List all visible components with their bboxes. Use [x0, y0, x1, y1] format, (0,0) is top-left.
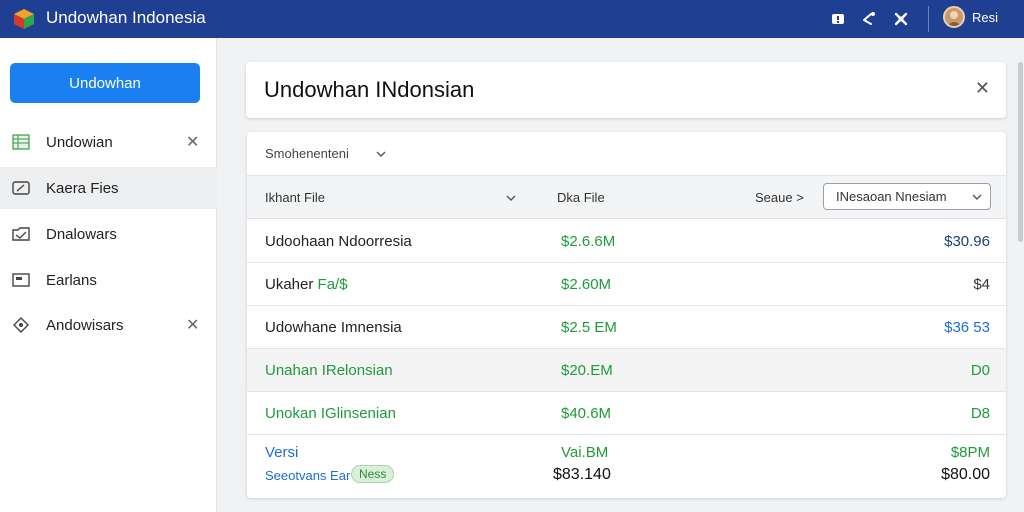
sidebar: Undowhan Undowian ✕ Kaera Fies Dnalowars…	[0, 38, 217, 512]
row-name-text: Ukaher	[265, 276, 318, 293]
table-row[interactable]: Udowhane Imnensia $2.5 EM $36 53	[247, 306, 1006, 349]
page-header-card: Undowhan INdonsian ✕	[246, 62, 1006, 118]
sidebar-item-label: Dnalowars	[46, 225, 117, 243]
footer-sub-label: Seeotvans Ear	[265, 468, 351, 483]
scrollbar[interactable]	[1018, 62, 1023, 242]
close-icon[interactable]: ✕	[975, 78, 990, 99]
footer-amount-top: Vai.BM	[561, 444, 609, 461]
table-footer: Versi Seeotvans Ear Ness Vai.BM $83.140 …	[247, 434, 1006, 498]
row-value: D8	[970, 405, 990, 422]
sidebar-item-label: Andowisars	[46, 316, 124, 334]
column-select[interactable]: INesaoan Nnesiam	[823, 183, 991, 210]
table-header-row: Ikhant File Dka File Seaue > INesaoan Nn…	[247, 176, 1006, 219]
gauge-icon	[12, 181, 30, 195]
pin-icon[interactable]	[892, 10, 910, 28]
footer-right-total: $80.00	[941, 466, 990, 483]
row-name-text: Udoohaan Ndoorresia	[265, 233, 412, 250]
table-row[interactable]: Ukaher Fa/$ $2.60M $4	[247, 263, 1006, 306]
notification-icon[interactable]	[829, 10, 847, 28]
row-name: Udoohaan Ndoorresia	[265, 233, 412, 250]
tag-icon	[13, 317, 29, 333]
row-name: Ukaher Fa/$	[265, 276, 348, 293]
status-badge: Ness	[351, 465, 395, 483]
footer-amount-total: $83.140	[553, 466, 611, 483]
row-amount: $40.6M	[561, 405, 612, 422]
sidebar-item-andowisars[interactable]: Andowisars ✕	[0, 304, 217, 346]
page-title: Undowhan INdonsian	[264, 77, 475, 102]
topbar-divider	[928, 6, 929, 32]
window-icon	[12, 273, 30, 287]
row-name-text: Udowhane Imnensia	[265, 319, 402, 336]
row-value: $36 53	[944, 319, 990, 336]
table-row[interactable]: Unokan IGlinsenian $40.6M D8	[247, 392, 1006, 435]
column-header-amount[interactable]: Dka File	[557, 190, 605, 205]
chevron-down-icon[interactable]	[375, 148, 387, 160]
row-value: $30.96	[944, 233, 990, 250]
row-amount: $20.EM	[561, 362, 613, 379]
footer-right-top: $8PM	[950, 444, 990, 461]
user-name[interactable]: Resi	[972, 10, 998, 25]
row-value: $4	[973, 276, 990, 293]
table-icon	[12, 134, 30, 150]
sidebar-item-kaera-fies[interactable]: Kaera Fies	[0, 167, 217, 209]
column-header-name[interactable]: Ikhant File	[265, 190, 325, 205]
footer-label[interactable]: Versi	[265, 444, 298, 461]
select-value: INesaoan Nnesiam	[836, 189, 947, 204]
top-bar: Undowhan Indonesia Resi	[0, 0, 1024, 38]
sidebar-item-label: Earlans	[46, 271, 97, 289]
row-value: D0	[970, 362, 990, 379]
share-icon[interactable]	[860, 10, 878, 28]
close-icon[interactable]: ✕	[186, 132, 199, 152]
row-amount: $2.5 EM	[561, 319, 617, 336]
sidebar-item-undowian[interactable]: Undowian ✕	[0, 121, 217, 163]
sort-label[interactable]: Seaue >	[755, 190, 804, 205]
row-name: Udowhane Imnensia	[265, 319, 402, 336]
chevron-down-icon[interactable]	[505, 192, 517, 204]
row-name: Unokan IGlinsenian	[265, 405, 396, 422]
sidebar-item-dnalowars[interactable]: Dnalowars	[0, 213, 217, 255]
sidebar-item-earlans[interactable]: Earlans	[0, 259, 217, 301]
folder-icon	[12, 227, 30, 241]
sidebar-item-label: Kaera Fies	[46, 179, 119, 197]
filter-row: Smohenenteni	[247, 132, 1006, 176]
table-row[interactable]: Unahan IRelonsian $20.EM D0	[247, 349, 1006, 392]
close-icon[interactable]: ✕	[186, 315, 199, 335]
row-amount: $2.6.6M	[561, 233, 616, 250]
chevron-down-icon	[972, 194, 982, 200]
filter-dropdown[interactable]: Smohenenteni	[265, 146, 349, 161]
row-name: Unahan IRelonsian	[265, 362, 393, 379]
app-logo-icon	[14, 9, 34, 29]
sidebar-item-label: Undowian	[46, 133, 113, 151]
primary-action-button[interactable]: Undowhan	[10, 63, 200, 103]
app-title: Undowhan Indonesia	[46, 8, 206, 27]
row-amount: $2.60M	[561, 276, 612, 293]
row-name-text: Unahan IRelonsian	[265, 362, 393, 379]
row-name-text: Unokan IGlinsenian	[265, 405, 396, 422]
avatar[interactable]	[943, 6, 965, 28]
table-row[interactable]: Udoohaan Ndoorresia $2.6.6M $30.96	[247, 220, 1006, 263]
data-table-card: Smohenenteni Ikhant File Dka File Seaue …	[247, 132, 1006, 498]
row-name-suffix: Fa/$	[317, 276, 348, 293]
